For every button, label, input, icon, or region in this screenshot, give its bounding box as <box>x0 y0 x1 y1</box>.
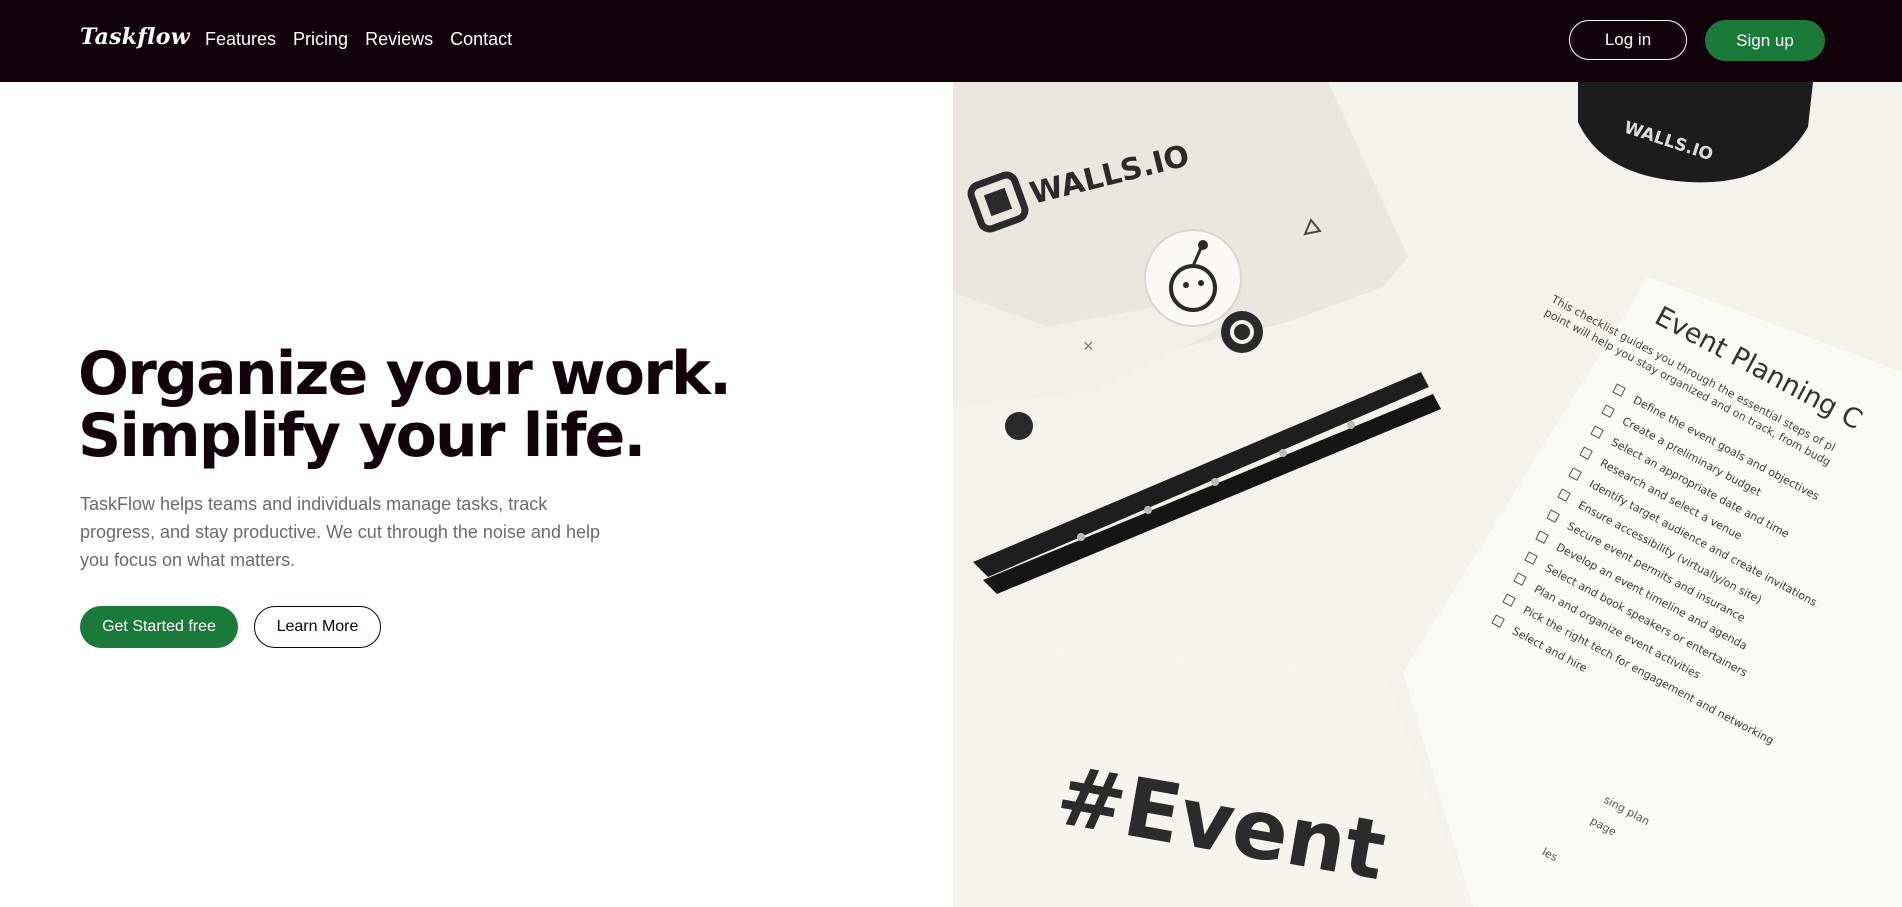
headline-line-2: Simplify your life. <box>78 401 646 471</box>
get-started-button[interactable]: Get Started free <box>80 606 238 648</box>
bag-dot-icon <box>1005 412 1033 440</box>
desk-scene-illustration: WALLS.IO × WALLS.IO Event Planning C Thi… <box>953 82 1902 907</box>
headline-line-1: Organize your work. <box>78 339 732 409</box>
hero-photo: WALLS.IO × WALLS.IO Event Planning C Thi… <box>953 82 1902 907</box>
nav-links: Features Pricing Reviews Contact <box>205 29 512 50</box>
at-badge-icon <box>1221 311 1263 353</box>
top-navbar: Taskflow Features Pricing Reviews Contac… <box>0 0 1902 82</box>
signup-button[interactable]: Sign up <box>1705 20 1825 61</box>
learn-more-button[interactable]: Learn More <box>254 606 381 648</box>
hero-description: TaskFlow helps teams and individuals man… <box>80 494 600 570</box>
robot-badge-icon <box>1144 229 1242 327</box>
hero-headline: Organize your work. Simplify your life. <box>78 339 732 471</box>
login-button[interactable]: Log in <box>1569 20 1687 60</box>
cross-print-icon: × <box>1083 336 1094 356</box>
nav-link-reviews[interactable]: Reviews <box>365 29 433 50</box>
nav-link-contact[interactable]: Contact <box>450 29 512 50</box>
nav-link-pricing[interactable]: Pricing <box>293 29 348 50</box>
nav-link-features[interactable]: Features <box>205 29 276 50</box>
taskflow-logo[interactable]: Taskflow <box>80 24 190 50</box>
